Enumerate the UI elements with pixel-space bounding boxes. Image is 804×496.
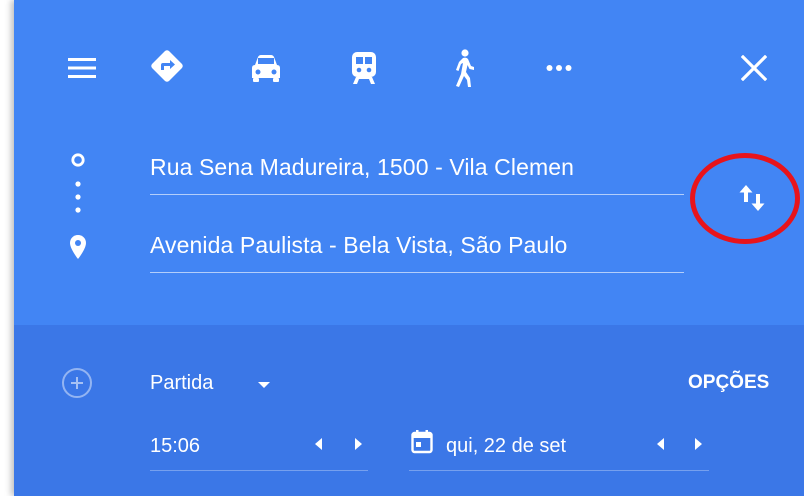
origin-input[interactable]: Rua Sena Madureira, 1500 - Vila Clemen bbox=[150, 146, 684, 195]
time-value[interactable]: 15:06 bbox=[150, 435, 200, 458]
destination-pin-icon bbox=[66, 232, 90, 262]
add-circle-icon[interactable] bbox=[59, 365, 95, 401]
calendar-icon bbox=[409, 428, 435, 456]
destination-input[interactable]: Avenida Paulista - Bela Vista, São Paulo bbox=[150, 224, 684, 273]
close-icon[interactable] bbox=[736, 50, 772, 86]
walk-icon[interactable] bbox=[444, 46, 484, 90]
date-value[interactable]: qui, 22 de set bbox=[446, 435, 566, 458]
options-bar: Partida OPÇÕES 15:06 qui, 22 de set bbox=[14, 325, 804, 496]
more-horiz-icon[interactable] bbox=[539, 56, 579, 80]
date-underline bbox=[409, 470, 709, 471]
car-icon[interactable] bbox=[246, 48, 286, 88]
dropdown-arrow-icon bbox=[256, 378, 272, 392]
origin-text: Rua Sena Madureira, 1500 - Vila Clemen bbox=[150, 154, 574, 180]
train-icon[interactable] bbox=[344, 48, 384, 88]
date-next-icon[interactable] bbox=[691, 435, 705, 453]
time-underline bbox=[150, 470, 368, 471]
options-button[interactable]: OPÇÕES bbox=[688, 372, 769, 394]
destination-text: Avenida Paulista - Bela Vista, São Paulo bbox=[150, 232, 568, 258]
time-next-icon[interactable] bbox=[351, 435, 365, 453]
departure-dropdown[interactable]: Partida bbox=[150, 370, 280, 400]
time-prev-icon[interactable] bbox=[312, 435, 326, 453]
origin-circle-icon bbox=[68, 150, 88, 170]
directions-panel: Rua Sena Madureira, 1500 - Vila Clemen A… bbox=[14, 0, 804, 496]
departure-label: Partida bbox=[150, 372, 214, 394]
menu-icon[interactable] bbox=[66, 52, 98, 84]
route-header: Rua Sena Madureira, 1500 - Vila Clemen A… bbox=[14, 0, 804, 325]
route-dots-icon bbox=[73, 178, 83, 222]
annotation-circle bbox=[690, 153, 800, 244]
directions-diamond-icon[interactable] bbox=[147, 46, 187, 86]
date-prev-icon[interactable] bbox=[654, 435, 668, 453]
